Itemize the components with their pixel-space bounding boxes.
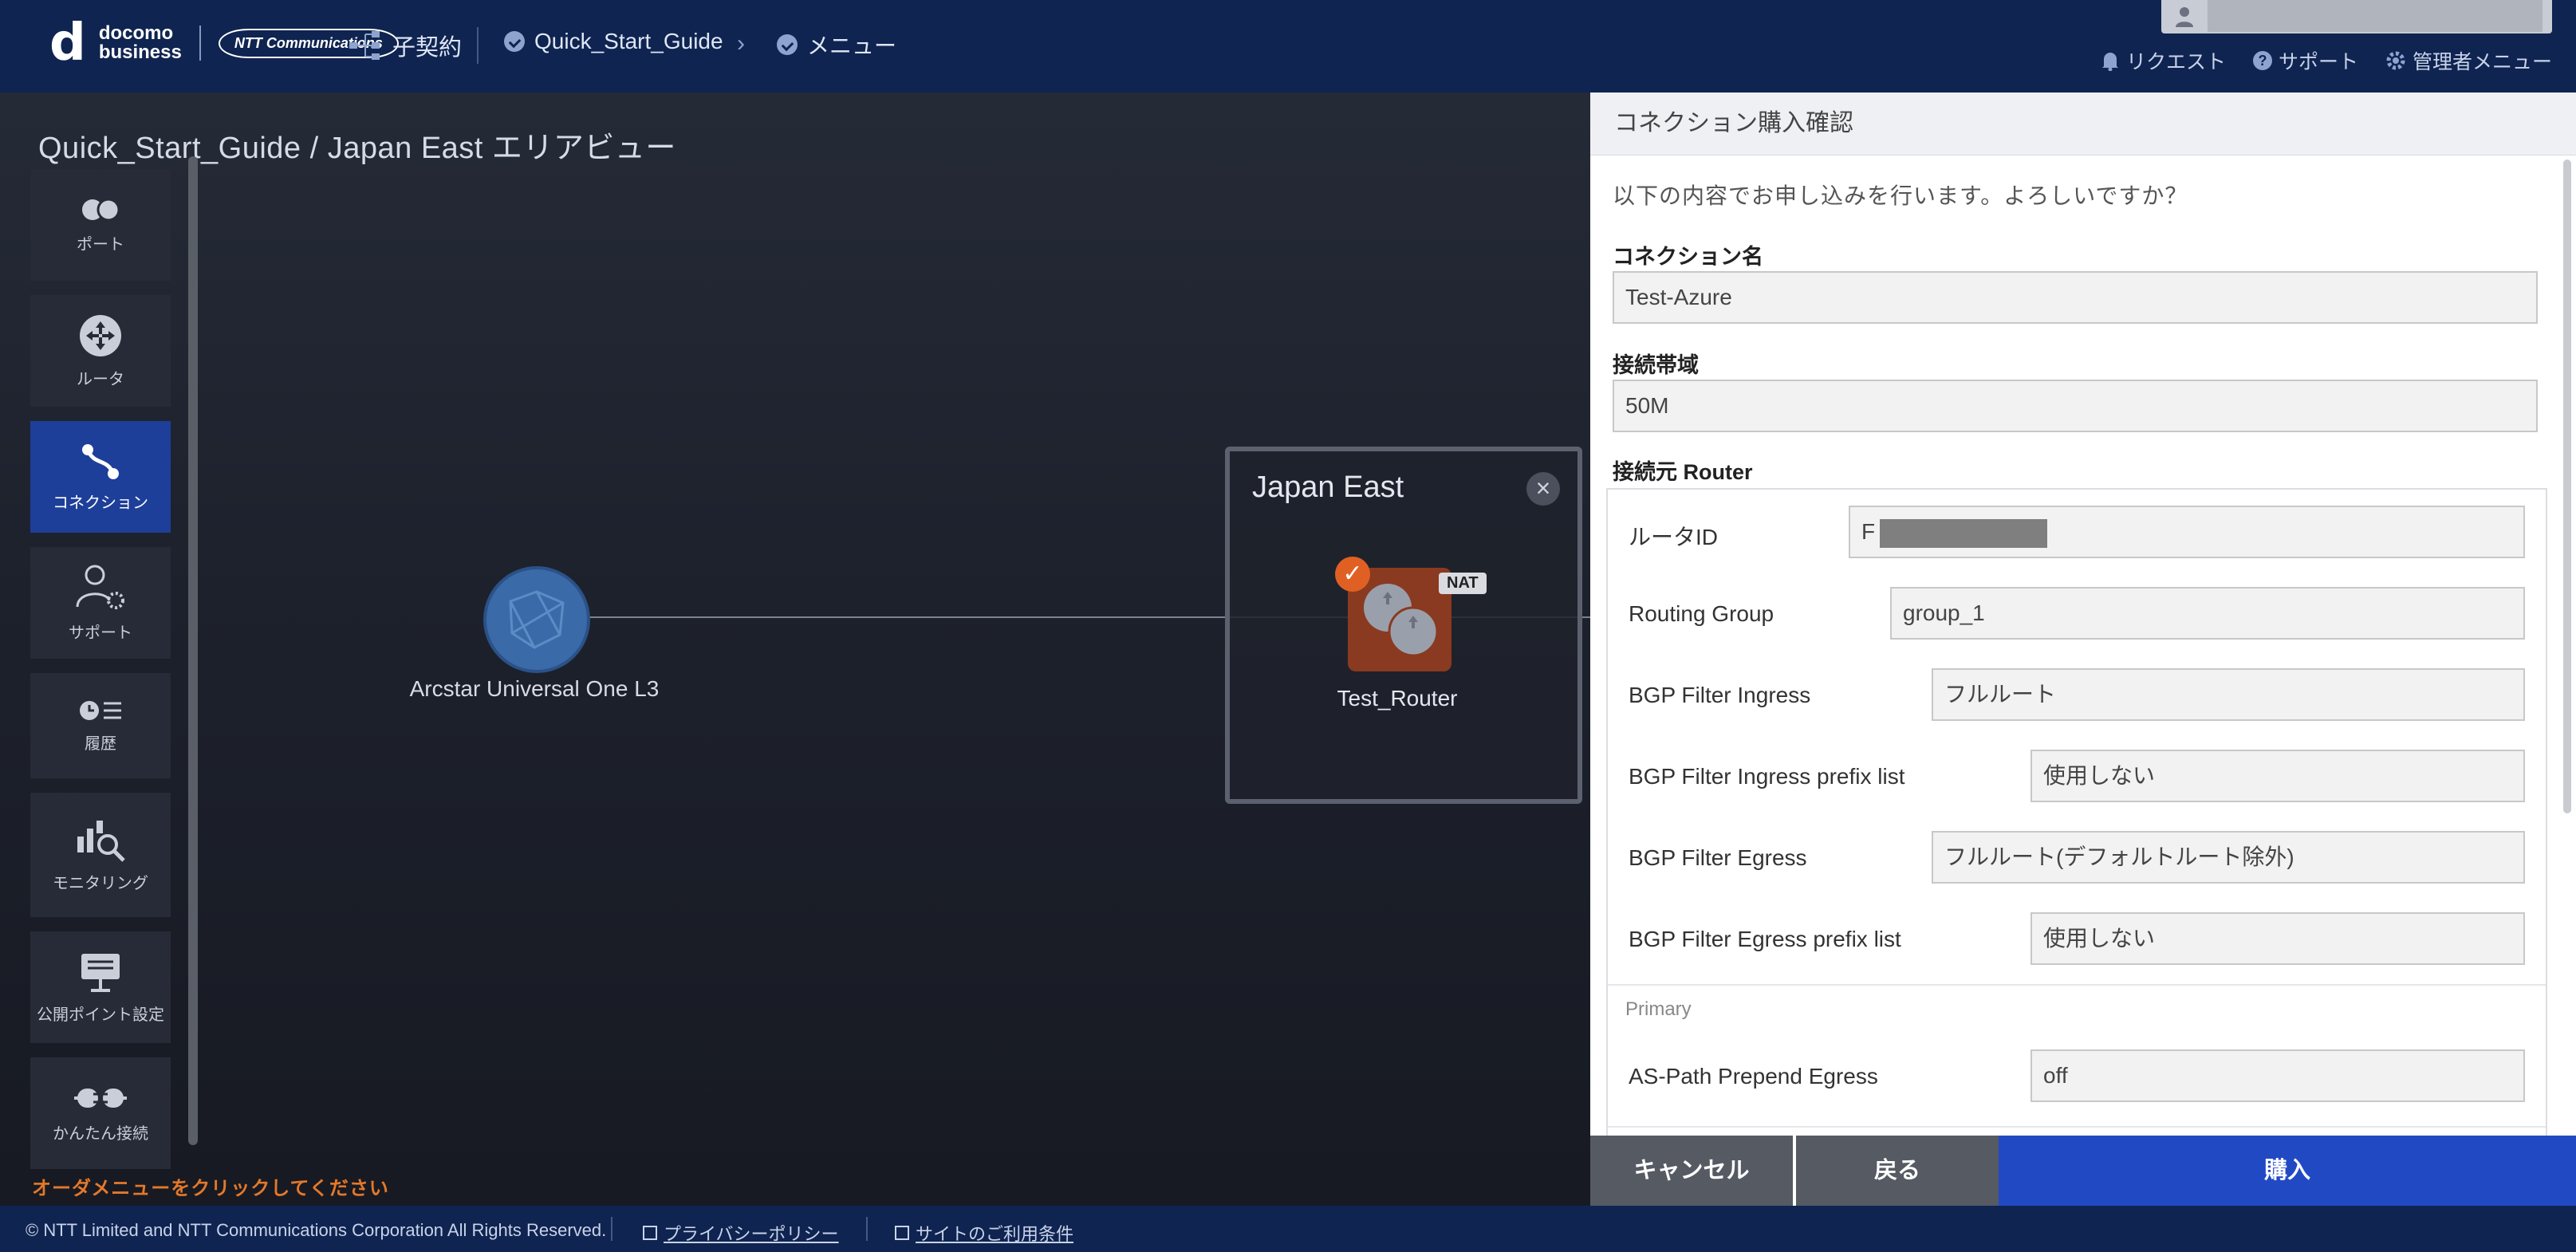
sidebar-item-router[interactable]: ルータ: [30, 295, 171, 407]
order-menu-sidebar: ポート ルータ コネクション サポート 履歴 モニタリング 公開ポイント設定 か…: [30, 169, 172, 1183]
confirm-message: 以下の内容でお申し込みを行います。よろしいですか？: [1613, 183, 2188, 208]
sidebar-item-monitoring[interactable]: モニタリング: [30, 793, 171, 917]
breadcrumb-label: メニュー: [807, 33, 897, 58]
arcstar-cloud-node[interactable]: [483, 566, 590, 673]
bgp-ingress-prefix-field: 使用しない: [2030, 750, 2525, 802]
bgp-ingress-label: BGP Filter Ingress: [1629, 683, 1811, 707]
check-circle-icon: [504, 31, 525, 52]
bandwidth-field: 50M: [1613, 380, 2538, 432]
privacy-policy-link[interactable]: プライバシーポリシー: [643, 1220, 839, 1246]
bgp-egress-label: BGP Filter Egress: [1629, 845, 1807, 870]
router-id-field: F: [1849, 506, 2525, 558]
support-link[interactable]: ? サポート: [2252, 46, 2358, 75]
support-icon: [76, 565, 124, 609]
bgp-ingress-prefix-label: BGP Filter Ingress prefix list: [1629, 764, 1905, 789]
panel-title: コネクション購入確認: [1590, 93, 2576, 156]
breadcrumb-label: Quick_Start_Guide: [534, 29, 723, 53]
connection-name-field: Test-Azure: [1613, 271, 2538, 324]
check-icon: ✓: [1335, 557, 1370, 592]
port-icon: [82, 198, 120, 221]
request-link[interactable]: リクエスト: [2101, 46, 2226, 75]
section-divider: [1608, 984, 2546, 986]
sidebar-scrollbar[interactable]: [188, 156, 198, 1145]
user-name-redacted: [2208, 0, 2543, 32]
chevron-right-icon: ›: [737, 30, 745, 57]
check-circle-icon: [777, 34, 798, 55]
logo-line1: docomo: [98, 22, 174, 44]
router-icon: [80, 314, 121, 356]
sidebar-item-history[interactable]: 履歴: [30, 673, 171, 778]
japan-east-area[interactable]: Japan East × ✓ NAT Test_Router: [1225, 447, 1582, 804]
panel-scrollbar[interactable]: [2563, 159, 2571, 813]
primary-section-label: Primary: [1625, 998, 1692, 1020]
header-links: リクエスト ? サポート 管理者メニュー: [2101, 46, 2552, 75]
order-menu-hint: オーダメニューをクリックしてください: [32, 1178, 389, 1199]
nat-badge: NAT: [1439, 573, 1487, 594]
nav-divider: [477, 27, 479, 64]
back-button[interactable]: 戻る: [1796, 1136, 1999, 1206]
logo-divider: [199, 26, 201, 61]
sidebar-item-connection[interactable]: コネクション: [30, 421, 171, 533]
bgp-ingress-field: フルルート: [1932, 668, 2525, 721]
external-link-icon: [895, 1226, 909, 1240]
docomo-business-logo[interactable]: d docomo business NTT Communications: [49, 14, 399, 73]
child-contract-link[interactable]: 子契約: [348, 29, 462, 62]
bgp-egress-prefix-field: 使用しない: [2030, 912, 2525, 965]
area-title: Japan East: [1252, 470, 1404, 504]
easy-connect-icon: [74, 1088, 127, 1108]
bgp-egress-prefix-label: BGP Filter Egress prefix list: [1629, 927, 1901, 951]
monitoring-icon: [77, 820, 125, 862]
user-account-box[interactable]: [2161, 0, 2552, 33]
history-icon: [80, 700, 121, 720]
bgp-egress-field: フルルート(デフォルトルート除外): [1932, 831, 2525, 884]
footer-divider: [866, 1217, 868, 1241]
bandwidth-label: 接続帯域: [1613, 353, 1699, 377]
terms-of-use-link[interactable]: サイトのご利用条件: [895, 1220, 1073, 1246]
breadcrumb-quick-start[interactable]: Quick_Start_Guide: [504, 29, 723, 54]
cancel-button[interactable]: キャンセル: [1590, 1136, 1793, 1206]
as-path-field: off: [2030, 1049, 2525, 1102]
connection-icon: [82, 443, 119, 479]
router-node-label: Test_Router: [1337, 686, 1458, 711]
copyright-text: © NTT Limited and NTT Communications Cor…: [26, 1220, 607, 1240]
connection-name-label: コネクション名: [1613, 245, 1763, 269]
page-footer: © NTT Limited and NTT Communications Cor…: [0, 1206, 2576, 1252]
source-router-details: ルータID F Routing Group group_1 BGP Filter…: [1606, 488, 2547, 1136]
top-header: d docomo business NTT Communications 子契約…: [0, 0, 2576, 93]
admin-menu-link[interactable]: 管理者メニュー: [2385, 46, 2552, 75]
router-id-label: ルータID: [1629, 525, 1719, 549]
sidebar-item-public-point[interactable]: 公開ポイント設定: [30, 931, 171, 1043]
network-globe-icon: [509, 590, 565, 649]
purchase-button[interactable]: 購入: [1999, 1136, 2576, 1206]
hierarchy-icon: [349, 31, 380, 60]
breadcrumb-menu[interactable]: メニュー: [777, 29, 896, 61]
section-divider: [1608, 1126, 2546, 1128]
source-router-label: 接続元 Router: [1613, 460, 1753, 484]
area-view-canvas[interactable]: Quick_Start_Guide / Japan East エリアビュー ポー…: [0, 93, 1590, 1206]
user-icon: [2176, 7, 2193, 27]
footer-divider: [611, 1217, 612, 1241]
purchase-confirm-panel: コネクション購入確認 以下の内容でお申し込みを行います。よろしいですか？ コネク…: [1590, 93, 2576, 1206]
router-id-redacted: [1880, 518, 2048, 548]
routing-group-field: group_1: [1890, 587, 2525, 640]
logo-line2: business: [98, 41, 182, 63]
as-path-label: AS-Path Prepend Egress: [1629, 1064, 1878, 1089]
sidebar-item-support[interactable]: サポート: [30, 547, 171, 659]
panel-actions: キャンセル 戻る 購入: [1590, 1136, 2576, 1206]
child-contract-label: 子契約: [392, 35, 463, 61]
cloud-node-label: Arcstar Universal One L3: [409, 676, 660, 701]
help-icon: ?: [2252, 51, 2272, 70]
sidebar-item-easy-connect[interactable]: かんたん接続: [30, 1057, 171, 1169]
page-title: Quick_Start_Guide / Japan East エリアビュー: [38, 132, 676, 165]
bell-icon: [2101, 53, 2118, 71]
public-point-icon: [81, 953, 120, 992]
sidebar-item-port[interactable]: ポート: [30, 169, 171, 281]
close-icon[interactable]: ×: [1526, 472, 1560, 506]
external-link-icon: [643, 1226, 657, 1240]
gear-icon: [2386, 51, 2405, 70]
docomo-d-mark: d: [49, 14, 86, 73]
routing-group-label: Routing Group: [1629, 601, 1774, 626]
panel-body[interactable]: 以下の内容でお申し込みを行います。よろしいですか？ コネクション名 Test-A…: [1590, 155, 2576, 1136]
